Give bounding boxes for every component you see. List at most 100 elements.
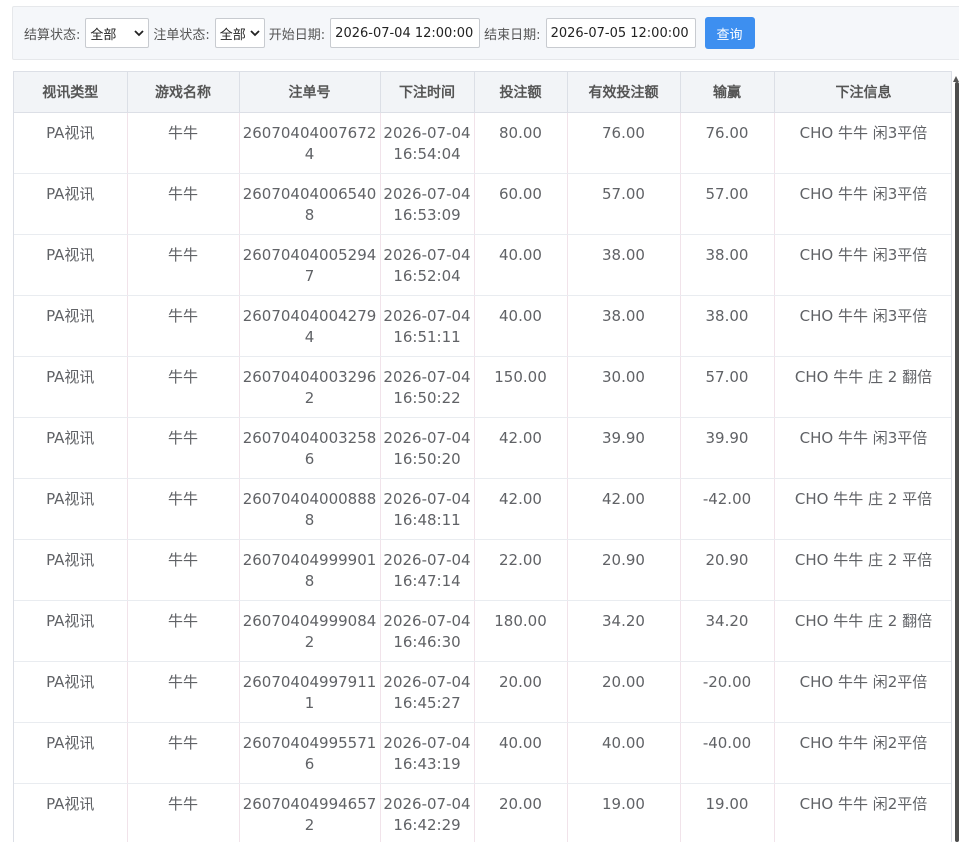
cell-bet-amount: 60.00 (474, 173, 568, 235)
cell-valid-bet: 38.00 (567, 234, 681, 296)
cell-win-loss: 76.00 (680, 112, 775, 174)
end-date-input[interactable] (545, 18, 696, 48)
cell-bet-info: CHO 牛牛 闲2平倍 (774, 661, 951, 723)
cell-bet-id: 260704049946572 (239, 783, 381, 842)
cell-bet-time: 2026-07-04 16:45:27 (380, 661, 475, 723)
table-row[interactable]: PA视讯 牛牛 260704049990842 2026-07-04 16:46:30… (14, 600, 951, 662)
cell-game-name: 牛牛 (127, 173, 240, 235)
order-status-select[interactable]: 全部 (214, 18, 265, 48)
col-header-game-name[interactable]: 游戏名称 (127, 72, 240, 113)
cell-valid-bet: 20.00 (567, 661, 681, 723)
col-header-bet-amount[interactable]: 投注额 (474, 72, 568, 113)
cell-game-name: 牛牛 (127, 722, 240, 784)
cell-bet-id: 260704040042794 (239, 295, 381, 357)
order-status-label: 注单状态: (153, 27, 210, 43)
table-body: PA视讯 牛牛 260704040076724 2026-07-04 16:54:04… (14, 112, 951, 842)
cell-bet-time: 2026-07-04 16:53:09 (380, 173, 475, 235)
cell-video-type: PA视讯 (14, 417, 128, 479)
table-header-row: 视讯类型 游戏名称 注单号 下注时间 投注额 有效投注额 输赢 下注信息 (14, 72, 951, 113)
table-row[interactable]: PA视讯 牛牛 260704049999018 2026-07-04 16:47:14… (14, 539, 951, 601)
cell-video-type: PA视讯 (14, 600, 128, 662)
start-date-input[interactable] (330, 18, 481, 48)
cell-valid-bet: 40.00 (567, 722, 681, 784)
filter-bar: 结算状态: 全部 注单状态: 全部 开始日期: 结束日期: 查询 (12, 6, 959, 60)
cell-win-loss: -20.00 (680, 661, 775, 723)
cell-bet-info: CHO 牛牛 庄 2 平倍 (774, 478, 951, 540)
cell-bet-time: 2026-07-04 16:48:11 (380, 478, 475, 540)
cell-bet-amount: 42.00 (474, 417, 568, 479)
cell-game-name: 牛牛 (127, 112, 240, 174)
cell-bet-amount: 80.00 (474, 112, 568, 174)
cell-bet-amount: 40.00 (474, 234, 568, 296)
cell-bet-id: 260704040052947 (239, 234, 381, 296)
cell-game-name: 牛牛 (127, 478, 240, 540)
cell-video-type: PA视讯 (14, 173, 128, 235)
chevron-down-icon (134, 30, 145, 37)
start-date-label: 开始日期: (268, 27, 326, 43)
col-header-video-type[interactable]: 视讯类型 (14, 72, 128, 113)
col-header-bet-id[interactable]: 注单号 (239, 72, 381, 113)
table-row[interactable]: PA视讯 牛牛 260704049955716 2026-07-04 16:43:19… (14, 722, 951, 784)
cell-valid-bet: 38.00 (567, 295, 681, 357)
cell-bet-time: 2026-07-04 16:52:04 (380, 234, 475, 296)
cell-bet-amount: 42.00 (474, 478, 568, 540)
cell-bet-id: 260704049979111 (239, 661, 381, 723)
cell-game-name: 牛牛 (127, 234, 240, 296)
cell-valid-bet: 30.00 (567, 356, 681, 418)
cell-bet-time: 2026-07-04 16:51:11 (380, 295, 475, 357)
cell-video-type: PA视讯 (14, 234, 128, 296)
vertical-scrollbar[interactable] (955, 82, 959, 842)
cell-bet-time: 2026-07-04 16:47:14 (380, 539, 475, 601)
cell-bet-id: 260704049990842 (239, 600, 381, 662)
table-row[interactable]: PA视讯 牛牛 260704049979111 2026-07-04 16:45:27… (14, 661, 951, 723)
cell-win-loss: 57.00 (680, 356, 775, 418)
cell-bet-info: CHO 牛牛 闲3平倍 (774, 234, 951, 296)
cell-valid-bet: 39.90 (567, 417, 681, 479)
cell-win-loss: 34.20 (680, 600, 775, 662)
cell-win-loss: 38.00 (680, 295, 775, 357)
cell-win-loss: 38.00 (680, 234, 775, 296)
cell-bet-time: 2026-07-04 16:42:29 (380, 783, 475, 842)
table-row[interactable]: PA视讯 牛牛 260704040032962 2026-07-04 16:50:22… (14, 356, 951, 418)
cell-valid-bet: 76.00 (567, 112, 681, 174)
cell-bet-id: 260704040008888 (239, 478, 381, 540)
table-row[interactable]: PA视讯 牛牛 260704040008888 2026-07-04 16:48:11… (14, 478, 951, 540)
table-row[interactable]: PA视讯 牛牛 260704040032586 2026-07-04 16:50:20… (14, 417, 951, 479)
cell-bet-time: 2026-07-04 16:50:22 (380, 356, 475, 418)
cell-bet-info: CHO 牛牛 闲3平倍 (774, 173, 951, 235)
chevron-down-icon (250, 30, 260, 37)
cell-video-type: PA视讯 (14, 539, 128, 601)
cell-win-loss: 19.00 (680, 783, 775, 842)
cell-bet-info: CHO 牛牛 闲2平倍 (774, 783, 951, 842)
cell-video-type: PA视讯 (14, 722, 128, 784)
settle-status-select[interactable]: 全部 (85, 18, 150, 48)
cell-bet-amount: 40.00 (474, 295, 568, 357)
col-header-bet-info[interactable]: 下注信息 (774, 72, 951, 113)
cell-bet-time: 2026-07-04 16:54:04 (380, 112, 475, 174)
query-button[interactable]: 查询 (704, 17, 755, 49)
cell-game-name: 牛牛 (127, 661, 240, 723)
cell-valid-bet: 42.00 (567, 478, 681, 540)
cell-valid-bet: 20.90 (567, 539, 681, 601)
cell-bet-amount: 22.00 (474, 539, 568, 601)
cell-bet-id: 260704049955716 (239, 722, 381, 784)
col-header-bet-time[interactable]: 下注时间 (380, 72, 475, 113)
bet-records-table: 视讯类型 游戏名称 注单号 下注时间 投注额 有效投注额 输赢 下注信息 PA视… (13, 71, 952, 842)
col-header-valid-bet[interactable]: 有效投注额 (567, 72, 681, 113)
table-row[interactable]: PA视讯 牛牛 260704040042794 2026-07-04 16:51:11… (14, 295, 951, 357)
table-row[interactable]: PA视讯 牛牛 260704049946572 2026-07-04 16:42:29… (14, 783, 951, 842)
cell-bet-info: CHO 牛牛 闲3平倍 (774, 112, 951, 174)
cell-bet-info: CHO 牛牛 闲3平倍 (774, 417, 951, 479)
table-row[interactable]: PA视讯 牛牛 260704040065408 2026-07-04 16:53:09… (14, 173, 951, 235)
col-header-win-loss[interactable]: 输赢 (680, 72, 775, 113)
settle-status-label: 结算状态: (24, 27, 81, 43)
cell-bet-info: CHO 牛牛 庄 2 翻倍 (774, 356, 951, 418)
cell-win-loss: 20.90 (680, 539, 775, 601)
table-row[interactable]: PA视讯 牛牛 260704040052947 2026-07-04 16:52:04… (14, 234, 951, 296)
cell-bet-info: CHO 牛牛 闲2平倍 (774, 722, 951, 784)
cell-valid-bet: 34.20 (567, 600, 681, 662)
cell-bet-amount: 20.00 (474, 661, 568, 723)
table-row[interactable]: PA视讯 牛牛 260704040076724 2026-07-04 16:54:04… (14, 112, 951, 174)
order-status-value: 全部 (219, 27, 246, 43)
cell-bet-id: 260704049999018 (239, 539, 381, 601)
